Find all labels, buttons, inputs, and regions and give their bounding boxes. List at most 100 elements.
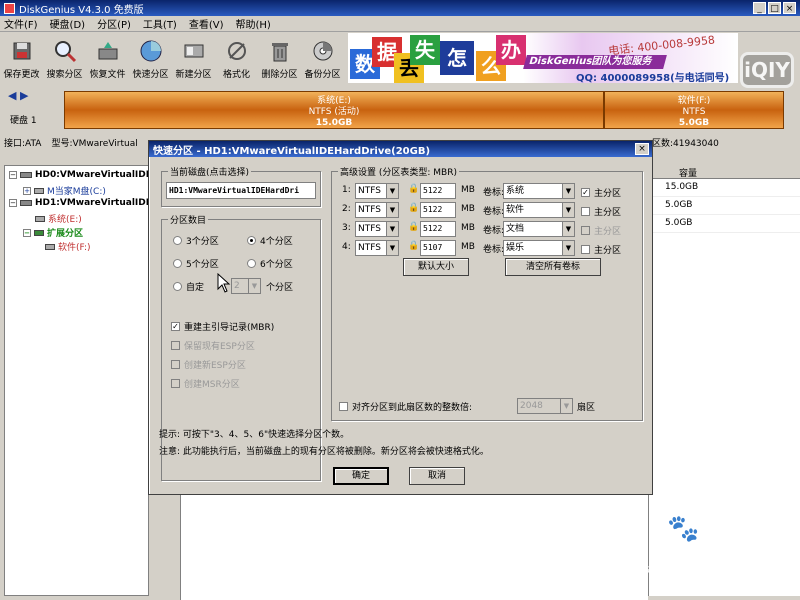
menu-view[interactable]: 查看(V) <box>189 16 224 31</box>
partition-block-system[interactable]: 系统(E:) NTFS (活动) 15.0GB <box>64 91 604 129</box>
checkbox-indicator <box>581 226 590 235</box>
fs-select[interactable]: NTFS ▼ <box>355 202 399 218</box>
lock-icon[interactable]: 🔒 <box>408 241 419 252</box>
app-icon <box>4 2 15 14</box>
volume-label-select[interactable]: 娱乐 ▼ <box>503 240 575 256</box>
clear-labels-button[interactable]: 清空所有卷标 <box>505 258 601 276</box>
radio-4-partitions[interactable]: 4个分区 <box>247 234 293 247</box>
size-input[interactable]: 5107 <box>420 240 456 256</box>
minimize-button[interactable]: _ <box>753 2 766 14</box>
radio-3-partitions[interactable]: 3个分区 <box>173 234 219 247</box>
checkbox-label: 重建主引导记录(MBR) <box>184 323 275 333</box>
partition-name: 系统(E:) <box>317 96 351 106</box>
paw-icon: 🐾 <box>667 514 700 544</box>
collapse-icon[interactable]: − <box>9 171 17 179</box>
fs-select[interactable]: NTFS ▼ <box>355 221 399 237</box>
new-partition-button[interactable]: 新建分区 <box>172 33 215 83</box>
align-sectors-select[interactable]: 2048 ▼ <box>517 398 573 414</box>
ok-button[interactable]: 确定 <box>333 467 389 485</box>
primary-checkbox[interactable]: 主分区 <box>581 243 621 256</box>
menu-partition[interactable]: 分区(P) <box>97 16 131 31</box>
mouse-cursor-icon <box>217 273 231 293</box>
harddisk-icon <box>20 172 32 178</box>
create-msr-checkbox[interactable]: 创建MSR分区 <box>171 377 240 390</box>
select-value: NTFS <box>358 205 381 215</box>
menu-tools[interactable]: 工具(T) <box>143 16 177 31</box>
harddisk-icon <box>20 200 32 206</box>
radio-5-partitions[interactable]: 5个分区 <box>173 257 219 270</box>
disk-tree: − HD0:VMwareVirtualIDE + M当家M盘(C:) − HD1… <box>4 165 152 596</box>
create-esp-checkbox[interactable]: 创建新ESP分区 <box>171 358 246 371</box>
menu-disk[interactable]: 硬盘(D) <box>50 16 86 31</box>
tree-node-software[interactable]: 软件(F:) <box>45 240 91 253</box>
primary-checkbox[interactable]: ✓ 主分区 <box>581 186 621 199</box>
tree-node-hd0[interactable]: − HD0:VMwareVirtualIDE <box>9 170 152 180</box>
checkbox-label: 创建MSR分区 <box>184 380 240 390</box>
list-row[interactable]: 5.0GB <box>649 215 800 233</box>
maximize-button[interactable]: □ <box>768 2 781 14</box>
disk-map: ◀ ▶ 硬盘 1 系统(E:) NTFS (活动) 15.0GB 软件(F:) … <box>0 85 800 135</box>
search-partition-button[interactable]: 搜索分区 <box>43 33 86 83</box>
size-input[interactable]: 5122 <box>420 202 456 218</box>
format-button[interactable]: 格式化 <box>215 33 258 83</box>
list-row[interactable]: 5.0GB <box>649 197 800 215</box>
partition-icon <box>45 243 55 250</box>
fs-select[interactable]: NTFS ▼ <box>355 183 399 199</box>
fs-select[interactable]: NTFS ▼ <box>355 240 399 256</box>
default-size-button[interactable]: 默认大小 <box>403 258 469 276</box>
volume-label-select[interactable]: 系统 ▼ <box>503 183 575 199</box>
volume-label-select[interactable]: 文档 ▼ <box>503 221 575 237</box>
collapse-icon[interactable]: − <box>23 228 31 237</box>
checkbox-label: 创建新ESP分区 <box>184 361 246 371</box>
keep-esp-checkbox[interactable]: 保留现有ESP分区 <box>171 339 255 352</box>
dialog-close-button[interactable]: × <box>635 143 649 155</box>
volume-label-select[interactable]: 软件 ▼ <box>503 202 575 218</box>
rebuild-mbr-checkbox[interactable]: ✓ 重建主引导记录(MBR) <box>171 320 274 333</box>
tree-node-extended[interactable]: − 扩展分区 <box>23 226 83 239</box>
chevron-down-icon: ▼ <box>560 399 572 413</box>
menu-help[interactable]: 帮助(H) <box>236 16 271 31</box>
tree-node-system[interactable]: 系统(E:) <box>35 212 82 225</box>
backup-icon <box>310 38 336 64</box>
expand-icon[interactable]: + <box>23 186 31 195</box>
group-label: 分区数目 <box>168 213 209 226</box>
checkbox-indicator <box>171 341 180 350</box>
align-checkbox[interactable]: 对齐分区到此扇区数的整数倍: <box>339 400 472 413</box>
backup-partition-button[interactable]: 备份分区 <box>301 33 344 83</box>
row-number: 3: <box>342 223 351 233</box>
collapse-icon[interactable]: − <box>9 199 17 207</box>
lock-icon[interactable]: 🔒 <box>408 203 419 214</box>
size-input[interactable]: 5122 <box>420 221 456 237</box>
primary-checkbox[interactable]: 主分区 <box>581 224 621 237</box>
lock-icon[interactable]: 🔒 <box>408 184 419 195</box>
radio-custom[interactable]: 自定 <box>173 280 204 293</box>
current-disk-field[interactable]: HD1:VMwareVirtualIDEHardDri <box>166 182 316 199</box>
dialog-titlebar: 快速分区 - HD1:VMwareVirtualIDEHardDrive(20G… <box>149 141 652 157</box>
cancel-button[interactable]: 取消 <box>409 467 465 485</box>
watermark-url: jingyan.baidu.com <box>618 562 729 576</box>
primary-checkbox[interactable]: 主分区 <box>581 205 621 218</box>
delete-partition-button[interactable]: 删除分区 <box>258 33 301 83</box>
menu-file[interactable]: 文件(F) <box>4 16 38 31</box>
lock-icon[interactable]: 🔒 <box>408 222 419 233</box>
list-row[interactable]: 15.0GB <box>649 179 800 197</box>
partition-block-software[interactable]: 软件(F:) NTFS 5.0GB <box>604 91 784 129</box>
size-input[interactable]: 5122 <box>420 183 456 199</box>
quick-partition-button[interactable]: 快速分区 <box>129 33 172 83</box>
size-unit: MB <box>461 185 475 195</box>
list-header[interactable]: 容量 <box>649 165 800 179</box>
tree-node-label: M当家M盘(C:) <box>47 187 106 197</box>
radio-6-partitions[interactable]: 6个分区 <box>247 257 293 270</box>
ad-banner[interactable]: 数 据 丢 失 怎 么 办 DiskGenius团队为您服务 电话: 400-0… <box>348 33 738 83</box>
save-changes-button[interactable]: 保存更改 <box>0 33 43 83</box>
tree-node-c[interactable]: + M当家M盘(C:) <box>23 184 106 197</box>
banner-char: 失 <box>410 35 440 65</box>
disk-nav-arrows[interactable]: ◀ ▶ <box>8 89 28 102</box>
recover-files-button[interactable]: 恢复文件 <box>86 33 129 83</box>
tree-node-hd1[interactable]: − HD1:VMwareVirtualIDE <box>9 198 152 208</box>
close-window-button[interactable]: × <box>783 2 796 14</box>
column-header-capacity: 容量 <box>679 169 698 179</box>
volume-label-caption: 卷标: <box>483 188 505 198</box>
custom-count-select[interactable]: 2 ▼ <box>231 278 261 294</box>
watermark-brand-2: 经验 <box>700 530 736 551</box>
